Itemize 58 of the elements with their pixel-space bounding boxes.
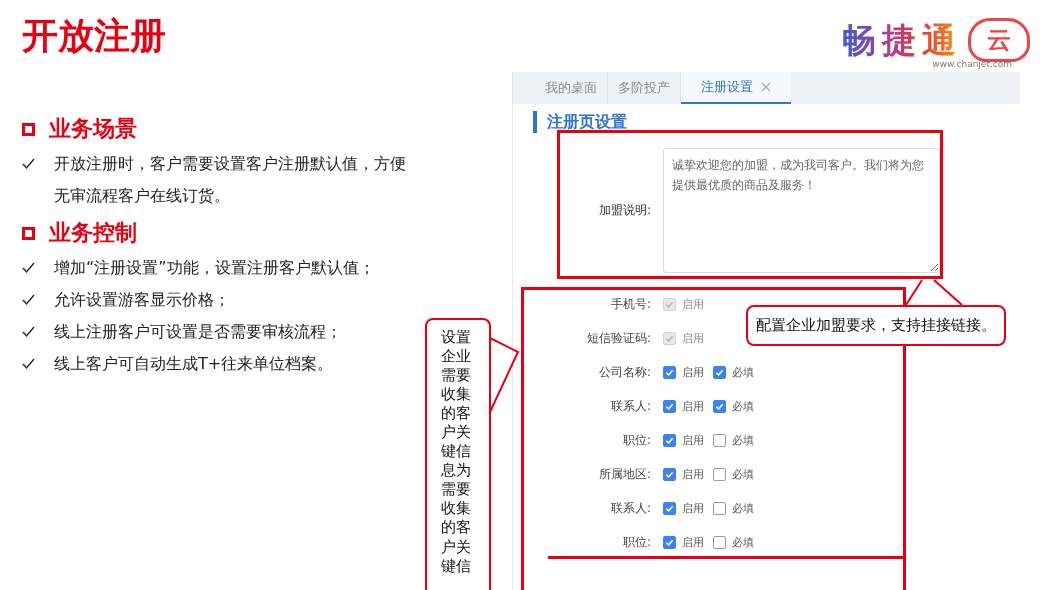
cloud-logo-icon: 云: [968, 18, 1030, 62]
bullet-text: 线上客户可自动生成T+往来单位档案。: [54, 353, 335, 375]
slide-title: 开放注册: [22, 14, 166, 58]
checkbox[interactable]: [663, 365, 676, 379]
bullet-text: 线上注册客户可设置是否需要审核流程；: [54, 321, 343, 343]
section-heading: 业务控制: [49, 219, 137, 247]
checkbox[interactable]: [663, 433, 676, 447]
checkbox[interactable]: [713, 365, 726, 379]
heading-accent-bar: [533, 111, 537, 133]
close-icon[interactable]: [761, 82, 771, 92]
tab[interactable]: 注册设置: [681, 72, 791, 104]
checkbox-option[interactable]: 必填: [713, 500, 763, 516]
checkbox[interactable]: [713, 467, 726, 481]
checkbox-option[interactable]: 启用: [663, 364, 713, 380]
checkbox[interactable]: [713, 399, 726, 413]
checkbox[interactable]: [713, 501, 726, 515]
bullet-text: 增加“注册设置”功能，设置注册客户默认值；: [54, 257, 376, 279]
field-label: 公司名称:: [597, 363, 652, 381]
leader-line: [905, 279, 963, 306]
checkbox-option[interactable]: 启用: [663, 398, 713, 414]
checkbox[interactable]: [713, 535, 726, 549]
check-mark-icon: [22, 262, 35, 274]
checkbox[interactable]: [663, 467, 676, 481]
field-label: 所属地区:: [597, 465, 652, 483]
check-mark-icon: [22, 358, 35, 370]
checkbox[interactable]: [663, 501, 676, 515]
checkbox-option[interactable]: 必填: [713, 432, 763, 448]
logo-url: www.chanjet.com: [932, 59, 1012, 69]
square-bullet-icon: [22, 226, 35, 240]
field-label: 职位:: [621, 533, 652, 551]
checkbox[interactable]: [663, 399, 676, 413]
callout-text: 设置企业需要收集的客户关键信息为需要收集的客户关键信: [441, 328, 471, 576]
field-label: 联系人:: [609, 397, 652, 415]
checkbox[interactable]: [713, 433, 726, 447]
checkbox-option[interactable]: 启用: [663, 534, 713, 550]
bullet-text: 允许设置游客显示价格；: [54, 289, 231, 311]
checkbox-option[interactable]: 必填: [713, 364, 763, 380]
field-label: 联系人:: [609, 499, 652, 517]
field-label: 职位:: [621, 431, 652, 449]
checkbox-option[interactable]: 启用: [663, 432, 713, 448]
field-label: 短信验证码:: [585, 329, 652, 347]
checkbox-option[interactable]: 必填: [713, 534, 763, 550]
field-label: 加盟说明:: [597, 202, 652, 219]
checkbox[interactable]: [663, 535, 676, 549]
checkbox-option[interactable]: 启用: [663, 500, 713, 516]
square-bullet-icon: [22, 122, 35, 136]
check-mark-icon: [22, 158, 35, 170]
check-mark-icon: [22, 294, 35, 306]
section-heading: 业务场景: [49, 115, 137, 143]
checkbox-option[interactable]: 必填: [713, 466, 763, 482]
check-mark-icon: [22, 326, 35, 338]
callout-text: 配置企业加盟要求，支持挂接链接。: [746, 305, 1006, 346]
field-label: 手机号:: [609, 295, 652, 313]
checkbox-option[interactable]: 必填: [713, 398, 763, 414]
section-heading: 注册页设置: [547, 111, 627, 133]
intro-text-area[interactable]: 诚挚欢迎您的加盟，成为我司客户。我们将为您提供最优质的商品及服务！: [663, 148, 940, 273]
bullet-text: 开放注册时，客户需要设置客户注册默认值，方便无审流程客户在线订货。: [54, 153, 407, 207]
checkbox-option[interactable]: 启用: [663, 466, 713, 482]
